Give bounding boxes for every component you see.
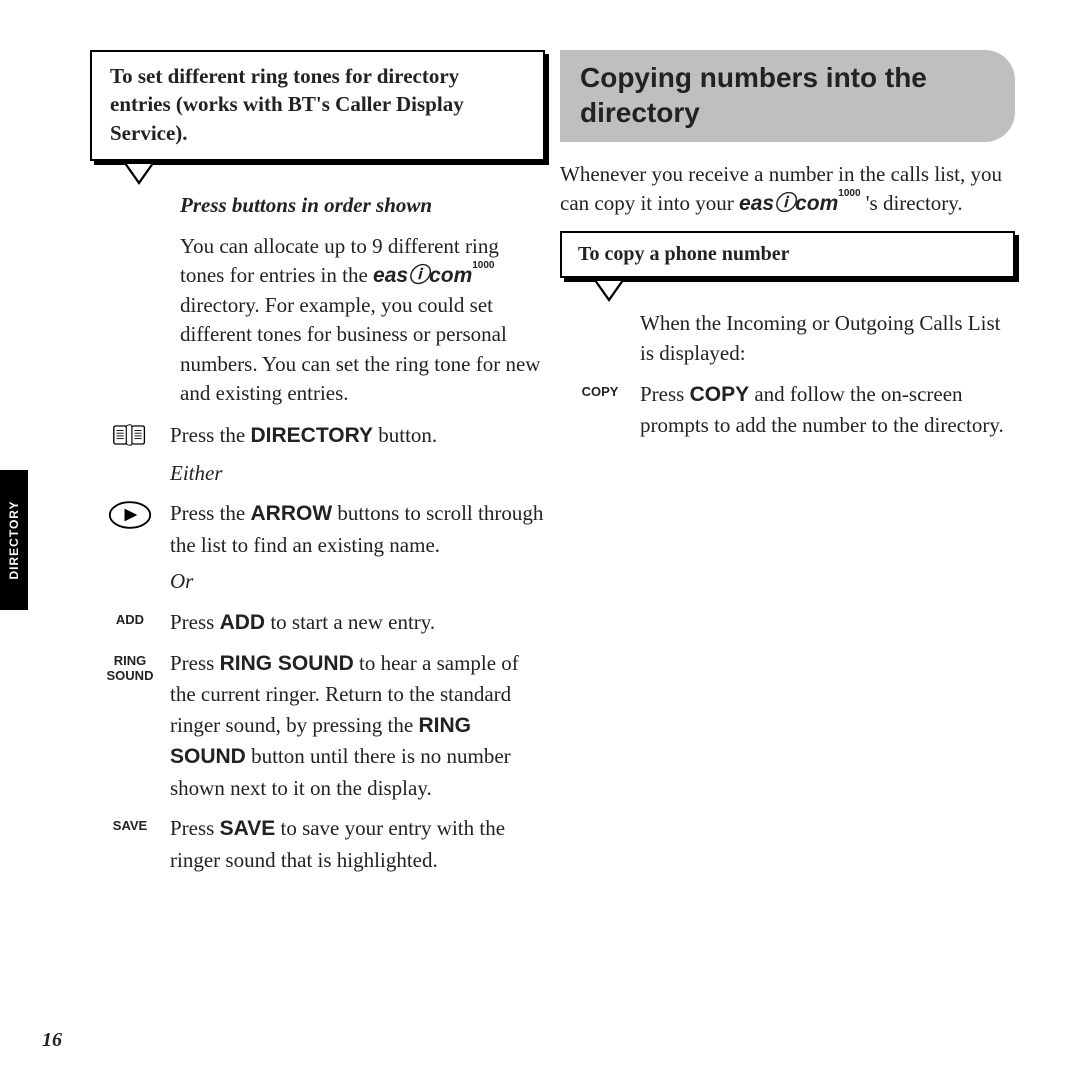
copy-lead-text: Whenever you receive a number in the cal…: [560, 160, 1015, 219]
copy-pointer-fill: [597, 281, 621, 298]
copy-heading: Copying numbers into the directory: [560, 50, 1015, 142]
save-button-label: SAVE: [113, 819, 147, 834]
side-tab-label: DIRECTORY: [7, 500, 21, 579]
step-arrow: Press the ARROW buttons to scroll throug…: [90, 498, 545, 596]
add-button-label: ADD: [116, 613, 144, 628]
step-save: SAVE Press SAVE to save your entry with …: [90, 813, 545, 875]
directory-button-word: DIRECTORY: [251, 424, 374, 447]
page-number: 16: [42, 1029, 62, 1052]
brand-logo-text: easⓘcom1000: [373, 264, 494, 287]
step-ring-sound: RINGSOUND Press RING SOUND to hear a sam…: [90, 648, 545, 803]
ringtone-title-text: To set different ring tones for director…: [110, 64, 464, 145]
directory-icon: [90, 420, 170, 448]
arrow-button-word: ARROW: [251, 502, 333, 525]
press-order-note: Press buttons in order shown: [180, 193, 545, 218]
or-word: Or: [170, 566, 545, 596]
right-column: Copying numbers into the directory Whene…: [560, 50, 1015, 451]
intro-text: You can allocate up to 9 different ring …: [180, 232, 545, 408]
step-copy: COPY Press COPY and follow the on-screen…: [560, 379, 1015, 441]
brand-logo-text-2: easⓘcom1000: [739, 192, 860, 215]
title-pointer-fill: [127, 164, 151, 181]
left-column: To set different ring tones for director…: [90, 50, 545, 885]
step-directory: Press the DIRECTORY button. Either: [90, 420, 545, 488]
either-word: Either: [170, 458, 545, 488]
arrow-icon: [90, 498, 170, 530]
copy-box: To copy a phone number: [560, 231, 1015, 278]
side-tab: DIRECTORY: [0, 470, 28, 610]
step-add: ADD Press ADD to start a new entry.: [90, 607, 545, 638]
ring-sound-button-label: RINGSOUND: [107, 654, 154, 684]
step-when-displayed: When the Incoming or Outgoing Calls List…: [560, 308, 1015, 369]
ringtone-title-box: To set different ring tones for director…: [90, 50, 545, 161]
copy-button-label: COPY: [582, 385, 619, 400]
